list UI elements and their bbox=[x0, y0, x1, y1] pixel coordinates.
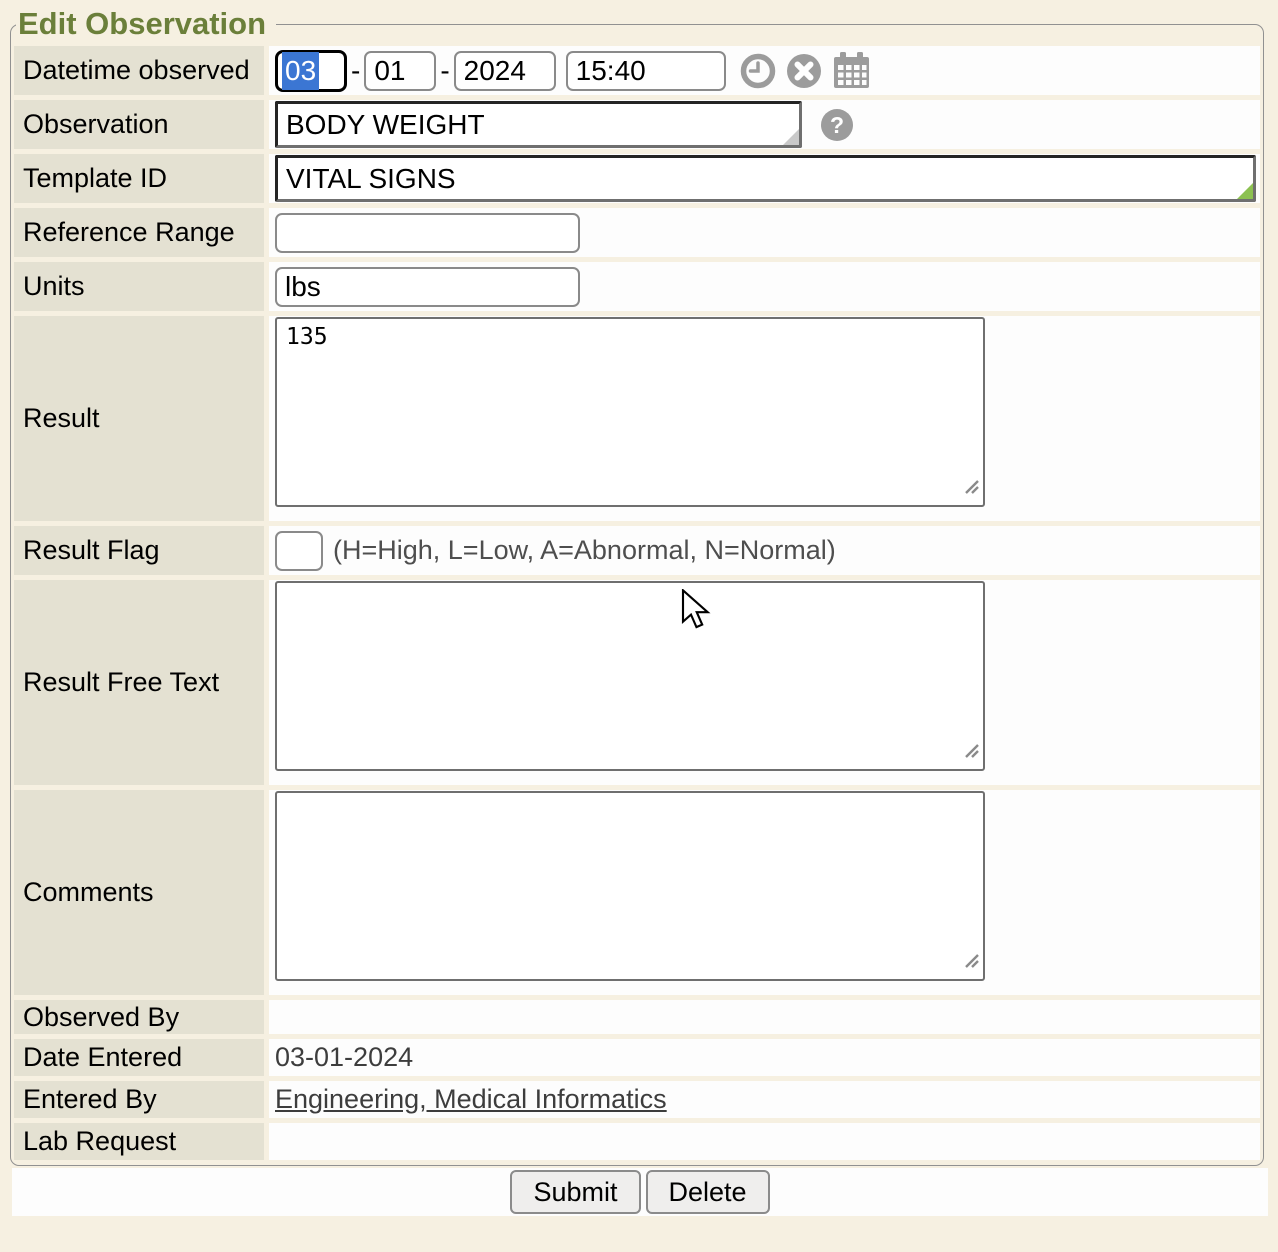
label-entered-by: Entered By bbox=[14, 1081, 264, 1118]
result-free-text-textarea[interactable] bbox=[275, 581, 985, 771]
clock-icon[interactable] bbox=[740, 53, 776, 89]
label-reference-range: Reference Range bbox=[14, 208, 264, 257]
cell-observation: BODY WEIGHT ? bbox=[269, 100, 1260, 149]
cell-reference-range bbox=[269, 208, 1260, 257]
resize-grip-icon[interactable] bbox=[964, 479, 980, 500]
date-separator: - bbox=[351, 55, 360, 87]
label-result-free-text: Result Free Text bbox=[14, 580, 264, 785]
cell-comments bbox=[269, 790, 1260, 995]
observation-value: BODY WEIGHT bbox=[286, 109, 485, 141]
clear-icon[interactable] bbox=[786, 53, 822, 89]
label-lab-request: Lab Request bbox=[14, 1123, 264, 1160]
help-icon[interactable]: ? bbox=[820, 108, 854, 142]
label-observed-by: Observed By bbox=[14, 1000, 264, 1034]
page-title: Edit Observation bbox=[16, 6, 276, 42]
form-actions-bar: Submit Delete bbox=[12, 1168, 1268, 1216]
label-template-id: Template ID bbox=[14, 154, 264, 203]
cell-units bbox=[269, 262, 1260, 311]
observation-input[interactable]: BODY WEIGHT bbox=[275, 101, 802, 148]
reference-range-input[interactable] bbox=[275, 213, 580, 253]
template-id-value: VITAL SIGNS bbox=[286, 163, 456, 195]
cell-date-entered: 03-01-2024 bbox=[269, 1039, 1260, 1076]
year-input[interactable] bbox=[454, 51, 556, 91]
date-separator: - bbox=[440, 55, 449, 87]
month-input[interactable]: 03 bbox=[275, 50, 347, 92]
cell-lab-request bbox=[269, 1123, 1260, 1160]
resize-grip-icon[interactable] bbox=[964, 953, 980, 974]
edit-observation-fieldset: Edit Observation Datetime observed 03 - … bbox=[10, 6, 1264, 1166]
day-input[interactable] bbox=[364, 51, 436, 91]
date-entered-value: 03-01-2024 bbox=[275, 1042, 413, 1073]
autocomplete-indicator-icon bbox=[1237, 183, 1253, 199]
cell-entered-by: Engineering, Medical Informatics bbox=[269, 1081, 1260, 1118]
calendar-icon[interactable] bbox=[832, 52, 870, 89]
label-observation: Observation bbox=[14, 100, 264, 149]
resize-corner-icon bbox=[783, 129, 799, 145]
label-datetime-observed: Datetime observed bbox=[14, 46, 264, 95]
label-result: Result bbox=[14, 316, 264, 521]
month-selected-text: 03 bbox=[282, 52, 319, 90]
label-comments: Comments bbox=[14, 790, 264, 995]
time-input[interactable] bbox=[566, 51, 726, 91]
label-units: Units bbox=[14, 262, 264, 311]
cell-result-flag: (H=High, L=Low, A=Abnormal, N=Normal) bbox=[269, 526, 1260, 575]
cell-result-free-text bbox=[269, 580, 1260, 785]
label-date-entered: Date Entered bbox=[14, 1039, 264, 1076]
comments-textarea[interactable] bbox=[275, 791, 985, 981]
submit-button[interactable]: Submit bbox=[510, 1170, 640, 1214]
label-result-flag: Result Flag bbox=[14, 526, 264, 575]
cell-result: 135 bbox=[269, 316, 1260, 521]
resize-grip-icon[interactable] bbox=[964, 743, 980, 764]
template-id-input[interactable]: VITAL SIGNS bbox=[275, 155, 1256, 202]
result-flag-input[interactable] bbox=[275, 531, 323, 571]
cell-observed-by bbox=[269, 1000, 1260, 1034]
page: { "legend": "Edit Observation", "colors"… bbox=[0, 6, 1278, 1252]
units-input[interactable] bbox=[275, 267, 580, 307]
delete-button[interactable]: Delete bbox=[646, 1170, 770, 1214]
result-textarea[interactable]: 135 bbox=[275, 317, 985, 507]
observation-form-grid: Datetime observed 03 - - bbox=[14, 46, 1260, 1160]
cell-datetime-observed: 03 - - bbox=[269, 46, 1260, 95]
cell-template-id: VITAL SIGNS bbox=[269, 154, 1260, 203]
entered-by-link[interactable]: Engineering, Medical Informatics bbox=[275, 1084, 667, 1115]
result-flag-hint: (H=High, L=Low, A=Abnormal, N=Normal) bbox=[333, 535, 836, 566]
svg-text:?: ? bbox=[830, 112, 844, 138]
